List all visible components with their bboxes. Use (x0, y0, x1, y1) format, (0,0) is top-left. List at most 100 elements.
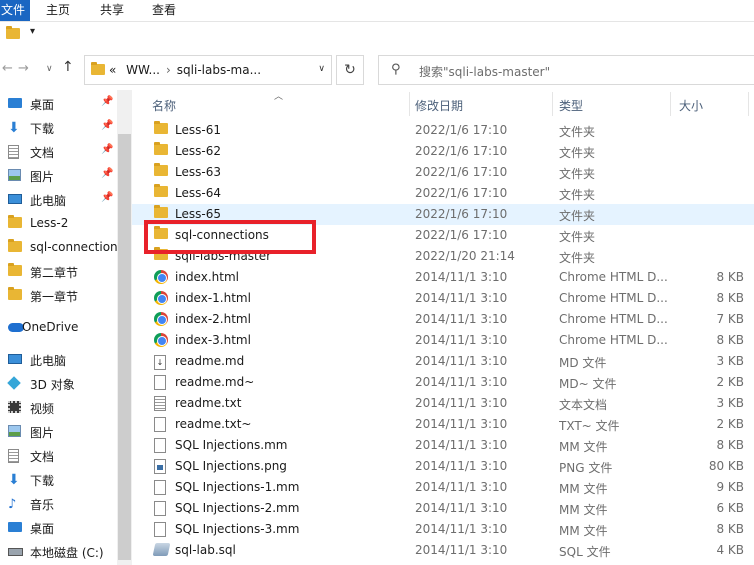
file-row[interactable]: Less-62 2022/1/6 17:10 文件夹 (132, 141, 754, 162)
pin-icon[interactable]: 📌 (101, 192, 113, 203)
file-row[interactable]: readme.txt~ 2014/11/1 3:10 TXT~ 文件 2 KB (132, 414, 754, 435)
file-row[interactable]: index-2.html 2014/11/1 3:10 Chrome HTML D.… (132, 309, 754, 330)
folder-icon (8, 239, 24, 255)
chevron-down-icon[interactable]: ∨ (318, 64, 325, 74)
nav-item[interactable]: 桌面 📌 (0, 92, 117, 116)
chrome-html-icon (154, 291, 170, 306)
file-date: 2022/1/6 17:10 (415, 123, 508, 137)
file-type: 文件夹 (559, 125, 596, 139)
file-row[interactable]: readme.md~ 2014/11/1 3:10 MD~ 文件 2 KB (132, 372, 754, 393)
file-type: 文件夹 (559, 209, 596, 223)
file-name: SQL Injections-2.mm (175, 501, 300, 515)
file-date: 2022/1/6 17:10 (415, 144, 508, 158)
column-divider[interactable] (670, 92, 671, 116)
nav-item[interactable]: 此电脑 (0, 348, 117, 372)
nav-item[interactable]: OneDrive (0, 316, 117, 340)
file-row[interactable]: SQL Injections.mm 2014/11/1 3:10 MM 文件 8 KB (132, 435, 754, 456)
column-type[interactable]: 类型 (559, 97, 583, 114)
file-row[interactable]: SQL Injections.png 2014/11/1 3:10 PNG 文件 80… (132, 456, 754, 477)
nav-item[interactable]: 第一章节 (0, 284, 117, 308)
refresh-button[interactable]: ↻ (336, 55, 364, 85)
nav-item-label: 桌面 (30, 98, 55, 112)
column-divider[interactable] (409, 92, 410, 116)
nav-scrollbar-thumb[interactable] (118, 134, 131, 560)
nav-item[interactable]: ⬇ 下载 (0, 468, 117, 492)
breadcrumb-item[interactable]: sqli-labs-ma... (177, 63, 261, 77)
file-row[interactable]: index-1.html 2014/11/1 3:10 Chrome HTML D.… (132, 288, 754, 309)
file-type: MM 文件 (559, 482, 608, 496)
nav-item-label: 文档 (30, 450, 55, 464)
customize-toolbar-dropdown[interactable]: ▾ (30, 26, 35, 37)
pin-icon[interactable]: 📌 (101, 168, 113, 179)
nav-item[interactable]: 图片 (0, 420, 117, 444)
nav-item[interactable]: 桌面 (0, 516, 117, 540)
file-size: 8 KB (716, 333, 744, 347)
this-pc-icon (8, 193, 24, 207)
file-icon (154, 522, 170, 537)
nav-item-label: sql-connection (30, 240, 117, 254)
file-row[interactable]: Less-63 2022/1/6 17:10 文件夹 (132, 162, 754, 183)
nav-item[interactable]: 3D 对象 (0, 372, 117, 396)
breadcrumb-overflow[interactable]: « (109, 63, 116, 77)
tab-home[interactable]: 主页 (46, 0, 70, 21)
file-size: 3 KB (716, 396, 744, 410)
column-divider[interactable] (748, 92, 749, 116)
file-row[interactable]: SQL Injections-1.mm 2014/11/1 3:10 MM 文件 9 … (132, 477, 754, 498)
sql-file-icon (152, 543, 171, 558)
address-bar[interactable]: « WW... › sqli-labs-ma... ∨ (84, 55, 332, 85)
folder-icon (154, 163, 170, 180)
nav-item-label: 此电脑 (30, 194, 67, 208)
file-row[interactable]: sql-lab.sql 2014/11/1 3:10 SQL 文件 4 KB (132, 540, 754, 561)
file-size: 8 KB (716, 291, 744, 305)
file-type: 文本文档 (559, 398, 608, 412)
breadcrumb-item[interactable]: WW... (126, 63, 160, 77)
file-row[interactable]: SQL Injections-2.mm 2014/11/1 3:10 MM 文件 6 … (132, 498, 754, 519)
up-arrow-icon[interactable]: ↑ (62, 59, 74, 75)
file-row[interactable]: readme.txt 2014/11/1 3:10 文本文档 3 KB (132, 393, 754, 414)
nav-item[interactable]: 本地磁盘 (C:) (0, 540, 117, 564)
breadcrumb: « WW... › sqli-labs-ma... (109, 63, 261, 77)
folder-icon[interactable] (6, 26, 20, 42)
file-row[interactable]: index.html 2014/11/1 3:10 Chrome HTML D...… (132, 267, 754, 288)
column-size[interactable]: 大小 (679, 97, 703, 114)
tab-share[interactable]: 共享 (100, 0, 124, 21)
file-date: 2014/11/1 3:10 (415, 417, 508, 431)
file-row[interactable]: Less-61 2022/1/6 17:10 文件夹 (132, 120, 754, 141)
nav-item[interactable]: 视频 (0, 396, 117, 420)
videos-icon (8, 401, 24, 415)
file-row[interactable]: Less-64 2022/1/6 17:10 文件夹 (132, 183, 754, 204)
nav-item[interactable]: ⬇ 下载 📌 (0, 116, 117, 140)
pin-icon[interactable]: 📌 (101, 144, 113, 155)
file-name: index-2.html (175, 312, 251, 326)
forward-arrow-icon[interactable]: → (18, 61, 29, 76)
nav-item[interactable]: 文档 (0, 444, 117, 468)
column-name[interactable]: 名称 (152, 97, 176, 114)
recent-locations-chevron-icon[interactable]: ∨ (46, 64, 53, 74)
tab-file[interactable]: 文件 (0, 0, 30, 21)
file-name: sql-lab.sql (175, 543, 236, 557)
nav-item[interactable]: 此电脑 📌 (0, 188, 117, 212)
nav-item[interactable]: sql-connection (0, 236, 117, 260)
file-name: readme.txt (175, 396, 242, 410)
column-date[interactable]: 修改日期 (415, 97, 463, 114)
sort-ascending-icon: ︿ (274, 92, 284, 102)
file-date: 2014/11/1 3:10 (415, 396, 508, 410)
search-input[interactable]: ⚲ 搜索"sqli-labs-master" (378, 55, 754, 85)
file-date: 2014/11/1 3:10 (415, 459, 508, 473)
file-size: 9 KB (716, 480, 744, 494)
nav-item[interactable]: 图片 📌 (0, 164, 117, 188)
pin-icon[interactable]: 📌 (101, 120, 113, 131)
file-row[interactable]: ↓ readme.md 2014/11/1 3:10 MD 文件 3 KB (132, 351, 754, 372)
nav-item[interactable]: Less-2 (0, 212, 117, 236)
nav-item[interactable]: 文档 📌 (0, 140, 117, 164)
tab-view[interactable]: 查看 (152, 0, 176, 21)
back-arrow-icon[interactable]: ← (2, 61, 13, 76)
file-row[interactable]: SQL Injections-3.mm 2014/11/1 3:10 MM 文件 8 … (132, 519, 754, 540)
nav-item[interactable]: 第二章节 (0, 260, 117, 284)
breadcrumb-separator[interactable]: › (166, 63, 171, 77)
file-name: Less-63 (175, 165, 221, 179)
column-divider[interactable] (552, 92, 553, 116)
file-row[interactable]: index-3.html 2014/11/1 3:10 Chrome HTML D.… (132, 330, 754, 351)
pin-icon[interactable]: 📌 (101, 96, 113, 107)
nav-item[interactable]: ♪ 音乐 (0, 492, 117, 516)
